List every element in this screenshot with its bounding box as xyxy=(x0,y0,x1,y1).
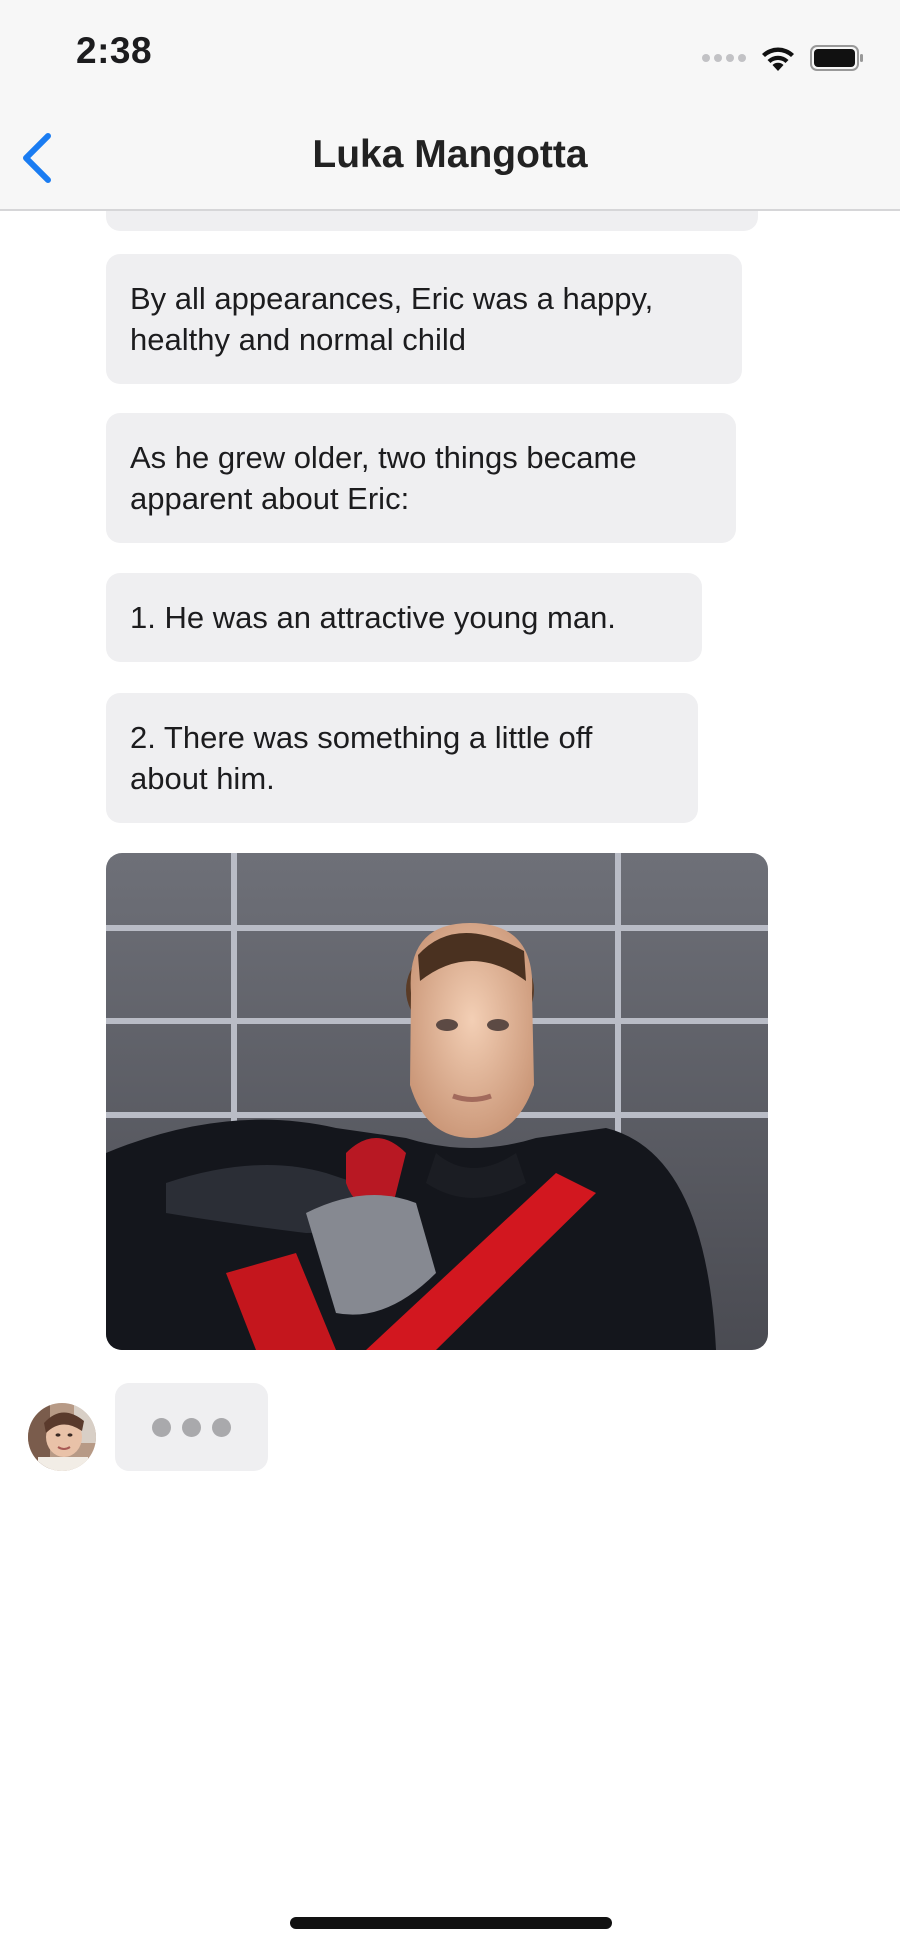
battery-icon xyxy=(810,45,863,71)
contact-avatar[interactable] xyxy=(28,1403,96,1471)
avatar-image xyxy=(28,1403,96,1471)
home-indicator[interactable] xyxy=(290,1917,612,1929)
typing-indicator xyxy=(115,1383,268,1471)
typing-dot xyxy=(152,1417,171,1437)
navigation-bar: 2:38 Luka Mangotta xyxy=(0,0,900,211)
status-icons xyxy=(702,38,864,78)
cellular-signal-icon xyxy=(702,54,746,62)
message-list[interactable]: By all appearances, Eric was a happy, he… xyxy=(0,211,900,1949)
message-bubble-partial xyxy=(106,211,758,231)
typing-dot xyxy=(182,1417,201,1437)
message-bubble[interactable]: 2. There was something a little off abou… xyxy=(106,693,698,823)
message-bubble[interactable]: By all appearances, Eric was a happy, he… xyxy=(106,254,742,384)
message-text: 2. There was something a little off abou… xyxy=(130,720,593,796)
message-bubble[interactable]: As he grew older, two things became appa… xyxy=(106,413,736,543)
conversation-title: Luka Mangotta xyxy=(312,133,588,176)
typing-dot xyxy=(212,1417,231,1437)
message-text: As he grew older, two things became appa… xyxy=(130,440,637,516)
message-text: By all appearances, Eric was a happy, he… xyxy=(130,281,654,357)
message-photo[interactable] xyxy=(106,853,768,1350)
wifi-icon xyxy=(762,47,794,71)
message-text: 1. He was an attractive young man. xyxy=(130,600,616,635)
message-bubble[interactable]: 1. He was an attractive young man. xyxy=(106,573,702,662)
photo-illustration xyxy=(106,853,768,1350)
status-time: 2:38 xyxy=(76,30,153,71)
